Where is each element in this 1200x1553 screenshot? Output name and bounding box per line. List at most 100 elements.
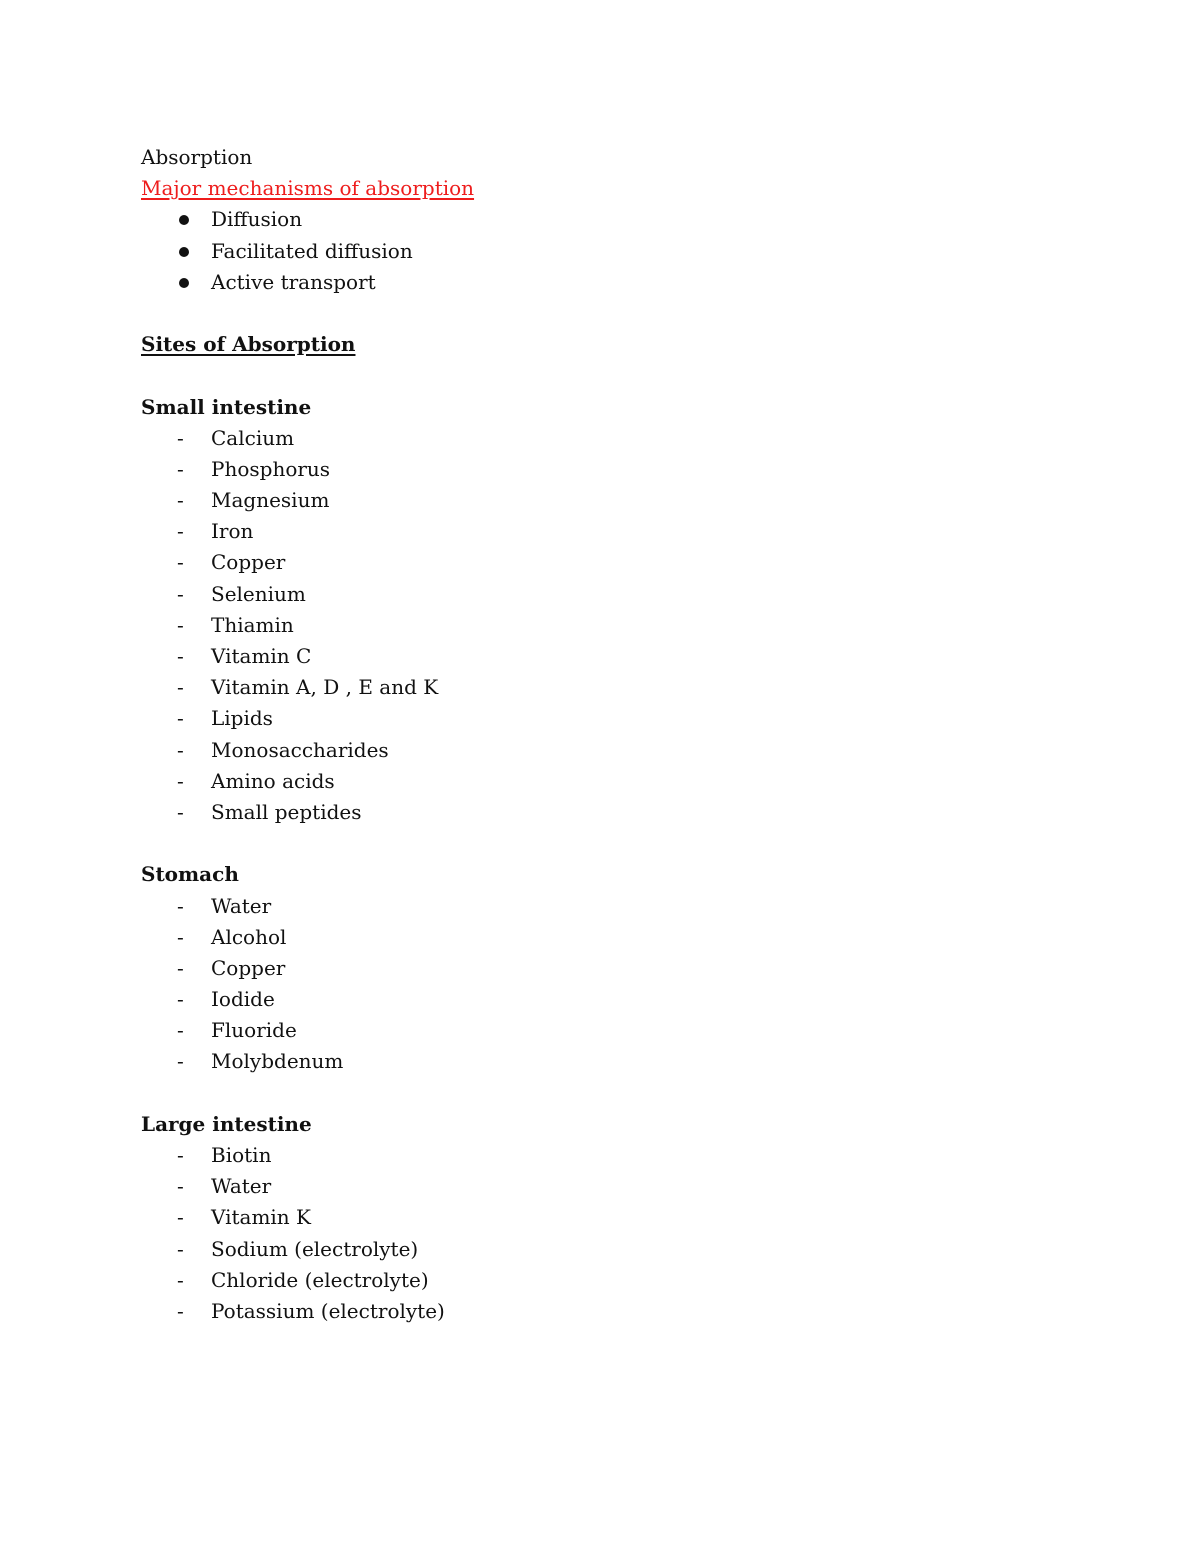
mechanism-label: Active transport [211,269,376,294]
dash-marker-icon: - [177,893,184,918]
bullet-icon [179,215,189,226]
list-item-label: Water [211,1174,272,1199]
dash-marker-icon: - [177,1049,184,1074]
section-heading: Stomach [141,862,239,887]
list-item-label: Fluoride [211,1018,297,1043]
list-item-label: Iodide [211,987,275,1012]
dash-marker-icon: - [177,644,184,668]
list-item-label: Magnesium [211,488,330,513]
dash-marker-icon: - [177,425,184,450]
list-item: - Monosaccharides [141,735,474,766]
dash-marker-icon: - [177,519,184,544]
dash-marker-icon: - [177,987,184,1012]
list-item: - Small peptides [141,797,474,828]
list-item: - Water [141,891,474,922]
section-list: - Water - Alcohol - Copper - Iodide - Fluoride - Mo… [141,891,474,1078]
section-list: - Biotin - Water - Vitamin K - Sodium (electrol… [141,1140,474,1327]
list-item: - Alcohol [141,922,474,953]
list-item: - Vitamin A, D , E and K [141,672,474,703]
dash-marker-icon: - [177,1298,184,1323]
document-title: Absorption [141,145,253,169]
list-item-label: Phosphorus [211,456,331,481]
mechanisms-heading[interactable]: Major mechanisms of absorption [141,173,474,204]
list-item: - Amino acids [141,766,474,797]
dash-marker-icon: - [177,675,184,700]
mechanism-item: Active transport [141,267,474,298]
list-item: - Sodium (electrolyte) [141,1234,474,1265]
list-item-label: Chloride (electrolyte) [211,1267,429,1292]
dash-marker-icon: - [177,924,184,949]
document-page: Absorption Major mechanisms of absorptio… [141,142,474,1327]
section-list: - Calcium - Phosphorus - Magnesium - Iron - Coppe… [141,423,474,828]
list-item-label: Potassium (electrolyte) [211,1298,445,1323]
dash-marker-icon: - [177,488,184,513]
dash-marker-icon: - [177,1267,184,1292]
list-item: - Phosphorus [141,454,474,485]
dash-marker-icon: - [177,550,184,575]
list-item-label: Vitamin C [211,644,312,668]
list-item: - Chloride (electrolyte) [141,1265,474,1296]
mechanism-item: Facilitated diffusion [141,236,474,267]
list-item: - Thiamin [141,610,474,641]
mechanism-label: Diffusion [211,207,303,232]
list-item-label: Water [211,893,272,918]
list-item: - Lipids [141,703,474,734]
list-item: - Iron [141,516,474,547]
dash-marker-icon: - [177,799,184,824]
list-item-label: Alcohol [211,924,287,949]
list-item-label: Iron [211,519,254,544]
list-item: - Biotin [141,1140,474,1171]
list-item: - Molybdenum [141,1046,474,1077]
mechanism-item: Diffusion [141,204,474,235]
list-item: - Fluoride [141,1015,474,1046]
list-item: - Iodide [141,984,474,1015]
mechanisms-list: Diffusion Facilitated diffusion Active t… [141,204,474,298]
list-item-label: Molybdenum [211,1049,344,1074]
section-heading: Small intestine [141,394,312,419]
sites-sections: Small intestine - Calcium - Phosphorus - Magne… [141,392,474,1328]
dash-marker-icon: - [177,1236,184,1261]
list-item-label: Lipids [211,706,273,731]
list-item-label: Monosaccharides [211,737,389,762]
list-item-label: Selenium [211,581,306,606]
list-item: - Water [141,1171,474,1202]
list-item: - Vitamin K [141,1202,474,1233]
list-item: - Copper [141,547,474,578]
bullet-icon [179,246,189,257]
dash-marker-icon: - [177,1205,184,1230]
dash-marker-icon: - [177,706,184,731]
dash-marker-icon: - [177,768,184,793]
mechanism-label: Facilitated diffusion [211,238,413,263]
list-item-label: Copper [211,550,286,575]
dash-marker-icon: - [177,1018,184,1043]
dash-marker-icon: - [177,456,184,481]
list-item-label: Thiamin [211,612,294,637]
list-item-label: Calcium [211,425,295,450]
dash-marker-icon: - [177,737,184,762]
list-item: - Copper [141,953,474,984]
list-item: - Selenium [141,579,474,610]
list-item-label: Vitamin K [211,1205,311,1230]
list-item-label: Biotin [211,1143,272,1167]
list-item: - Magnesium [141,485,474,516]
dash-marker-icon: - [177,955,184,980]
list-item: - Calcium [141,423,474,454]
dash-marker-icon: - [177,581,184,606]
dash-marker-icon: - [177,1143,184,1167]
bullet-icon [179,277,189,288]
list-item: - Potassium (electrolyte) [141,1296,474,1327]
dash-marker-icon: - [177,1174,184,1199]
dash-marker-icon: - [177,612,184,637]
sites-heading: Sites of Absorption [141,332,356,357]
list-item: - Vitamin C [141,641,474,672]
section-heading: Large intestine [141,1111,312,1136]
list-item-label: Amino acids [211,768,335,793]
list-item-label: Sodium (electrolyte) [211,1236,419,1261]
list-item-label: Small peptides [211,799,362,824]
list-item-label: Copper [211,955,286,980]
list-item-label: Vitamin A, D , E and K [211,675,439,700]
